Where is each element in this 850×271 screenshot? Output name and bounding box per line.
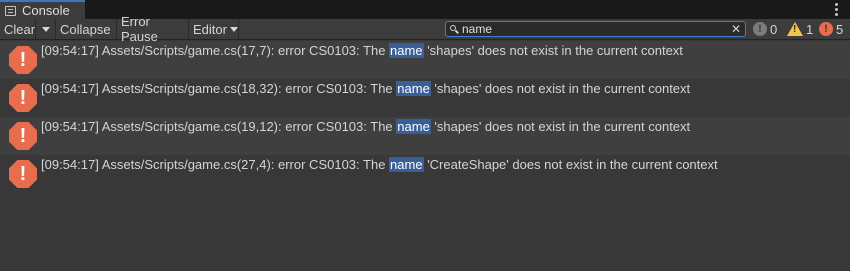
- log-message: [09:54:17] Assets/Scripts/game.cs(27,4):…: [41, 157, 718, 172]
- clear-button[interactable]: Clear: [0, 19, 36, 39]
- log-message: [09:54:17] Assets/Scripts/game.cs(18,32)…: [41, 81, 691, 96]
- error-icon: !: [9, 122, 37, 150]
- log-entry[interactable]: ! [09:54:17] Assets/Scripts/game.cs(17,7…: [0, 41, 850, 79]
- log-list: ! [09:54:17] Assets/Scripts/game.cs(17,7…: [0, 41, 850, 193]
- warning-icon: !: [787, 22, 803, 36]
- chevron-down-icon: [229, 26, 238, 32]
- search-match-highlight: name: [396, 119, 431, 134]
- error-icon: !: [9, 84, 37, 112]
- kebab-menu-icon[interactable]: [835, 3, 838, 16]
- error-icon: !: [9, 46, 37, 74]
- console-icon: [5, 5, 16, 16]
- warning-count: 1: [806, 21, 814, 37]
- editor-dropdown[interactable]: Editor: [189, 19, 239, 39]
- search-icon: [450, 24, 459, 34]
- search-field[interactable]: ✕: [445, 21, 746, 37]
- warning-count-toggle[interactable]: ! 1: [787, 20, 813, 38]
- log-entry[interactable]: ! [09:54:17] Assets/Scripts/game.cs(27,4…: [0, 155, 850, 193]
- log-entry[interactable]: ! [09:54:17] Assets/Scripts/game.cs(18,3…: [0, 79, 850, 117]
- log-message: [09:54:17] Assets/Scripts/game.cs(17,7):…: [41, 43, 683, 58]
- tab-console-label: Console: [22, 3, 70, 18]
- console-toolbar: Clear Collapse Error Pause Editor ✕ ! 0 …: [0, 14, 850, 44]
- error-count: 5: [836, 21, 844, 37]
- error-count-toggle[interactable]: ! 5: [819, 20, 843, 38]
- search-match-highlight: name: [389, 43, 424, 58]
- collapse-button[interactable]: Collapse: [56, 19, 117, 39]
- editor-dropdown-label: Editor: [193, 21, 227, 37]
- tab-console[interactable]: Console: [0, 0, 85, 19]
- clear-options-dropdown[interactable]: [36, 19, 56, 39]
- chevron-down-icon: [41, 26, 50, 32]
- info-count-toggle[interactable]: ! 0: [753, 20, 777, 38]
- log-message: [09:54:17] Assets/Scripts/game.cs(19,12)…: [41, 119, 691, 134]
- clear-search-icon[interactable]: ✕: [731, 22, 741, 36]
- search-input[interactable]: [462, 22, 730, 36]
- search-match-highlight: name: [396, 81, 431, 96]
- info-icon: !: [753, 22, 767, 36]
- log-entry[interactable]: ! [09:54:17] Assets/Scripts/game.cs(19,1…: [0, 117, 850, 155]
- error-pause-button[interactable]: Error Pause: [117, 14, 189, 44]
- search-match-highlight: name: [389, 157, 424, 172]
- info-count: 0: [770, 21, 778, 37]
- error-icon: !: [819, 22, 833, 36]
- error-icon: !: [9, 160, 37, 188]
